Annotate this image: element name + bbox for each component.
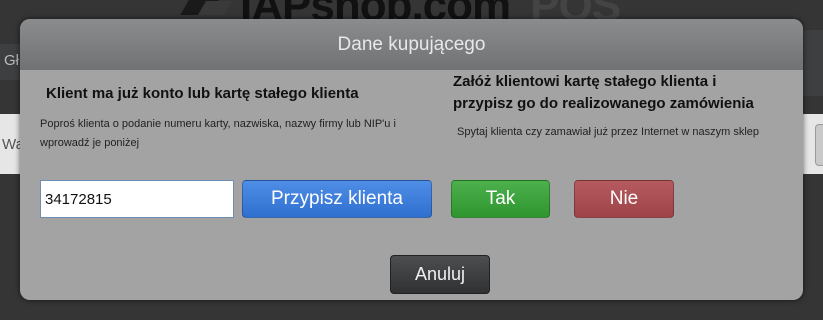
assign-client-button[interactable]: Przypisz klienta — [242, 180, 432, 218]
background-nav-label: Gł — [4, 52, 19, 69]
background-nav-strip-right — [800, 30, 823, 96]
client-search-input[interactable] — [40, 180, 234, 218]
no-button[interactable]: Nie — [574, 180, 674, 218]
dialog-title: Dane kupującego — [20, 19, 803, 70]
logo-icon — [180, 0, 234, 19]
customer-dialog: Dane kupującego Klient ma już konto lub … — [20, 19, 803, 300]
new-card-description: Spytaj klienta czy zamawiał już przez In… — [457, 126, 760, 138]
existing-customer-heading: Klient ma już konto lub kartę stałego kl… — [46, 85, 359, 102]
yes-button[interactable]: Tak — [451, 180, 550, 218]
new-card-heading-line2: przypisz go do realizowanego zamówienia — [453, 95, 754, 112]
background-button — [815, 124, 823, 166]
existing-customer-description: Poproś klienta o podanie numeru karty, n… — [40, 118, 396, 149]
new-card-heading: Załóż klientowi kartę stałego klienta i … — [453, 71, 754, 115]
new-card-heading-line1: Załóż klientowi kartę stałego klienta i — [453, 73, 717, 90]
cancel-button[interactable]: Anuluj — [390, 255, 490, 294]
